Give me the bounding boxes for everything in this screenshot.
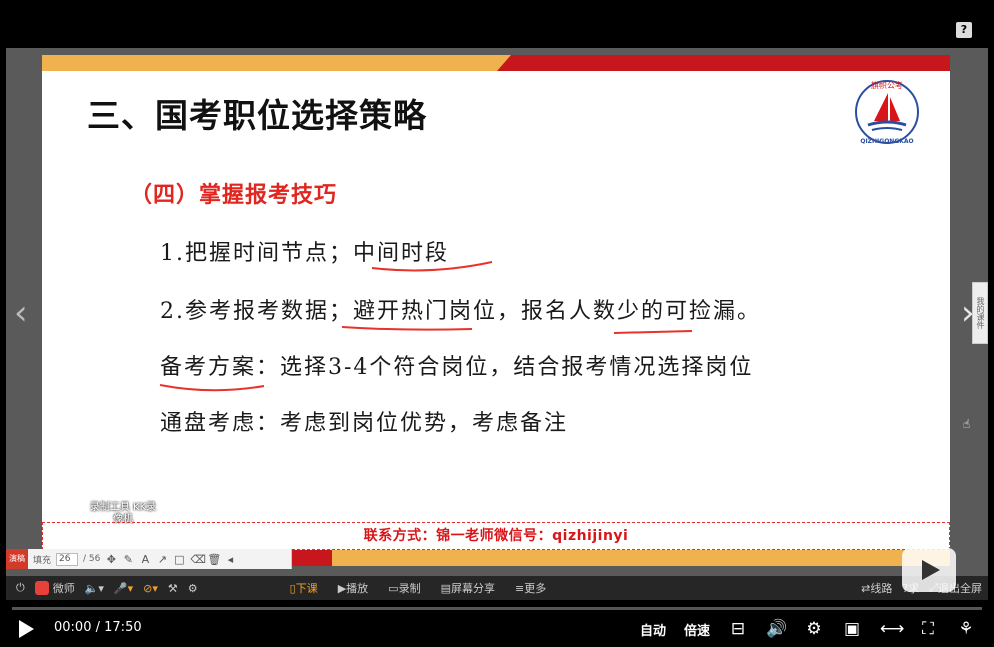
video-player-controls: 00:00 / 17:50 自动 倍速 ⊟ 🔊 ⚙ ▣ ⟷ ⛶ ⚘: [0, 602, 994, 647]
pip-icon[interactable]: ▣: [842, 619, 862, 639]
end-class-button[interactable]: ▯ 下课: [290, 580, 318, 596]
footer-band-gold: [332, 550, 950, 566]
play-icon[interactable]: [19, 620, 34, 638]
contact-box: 联系方式：锦一老师微信号：qizhijinyi: [42, 522, 950, 550]
arrow-icon[interactable]: ↗: [156, 553, 168, 566]
screen-share-label: 屏幕分享: [450, 582, 495, 595]
time-separator: /: [95, 620, 100, 635]
speed-button[interactable]: 倍速: [684, 620, 710, 639]
mouse-cursor-icon: ☝: [963, 417, 971, 431]
play-button[interactable]: ▶ 播放: [338, 580, 368, 596]
eraser-icon[interactable]: ⌫: [190, 553, 206, 566]
screen-share-button[interactable]: ▤ 屏幕分享: [441, 580, 495, 596]
record-label: 录制: [398, 582, 421, 595]
rectangle-icon[interactable]: □: [173, 553, 185, 566]
presentation-slide: 三、国考职位选择策略 旗帜公考 QIZHIGONGKAO （四）掌握报考技巧 1…: [42, 55, 950, 550]
contact-text: 联系方式：锦一老师微信号：qizhijinyi: [363, 528, 629, 544]
help-icon[interactable]: ?: [956, 22, 972, 38]
player-right-controls: 自动 倍速 ⊟ 🔊 ⚙ ▣ ⟷ ⛶ ⚘: [622, 616, 976, 642]
time-total: 17:50: [104, 620, 142, 635]
tools-icon[interactable]: ⚒: [168, 582, 178, 595]
route-button[interactable]: ⇄ 线路: [861, 580, 892, 596]
annotation-toolbar: 演稿 填充 26 / 56 ✥ ✎ A ↗ □ ⌫ 🗑 ◂: [6, 549, 292, 569]
speaker-icon[interactable]: 🔈▾: [85, 582, 104, 595]
annotation-tag[interactable]: 演稿: [6, 549, 28, 569]
app-brand: 微师: [34, 580, 75, 596]
danmaku-off-icon[interactable]: ⊟: [728, 619, 748, 639]
collapse-icon[interactable]: ◂: [224, 553, 236, 566]
prev-slide-icon[interactable]: ‹: [14, 296, 28, 330]
progress-bar[interactable]: [12, 607, 982, 610]
mic-icon[interactable]: 🎤▾: [114, 582, 133, 595]
big-play-button[interactable]: [902, 548, 956, 592]
power-icon[interactable]: ⏻: [16, 581, 25, 595]
quality-button[interactable]: 自动: [640, 620, 666, 639]
fullscreen-icon[interactable]: ⛶: [918, 619, 938, 639]
pen-icon[interactable]: ✎: [122, 553, 134, 566]
record-button[interactable]: ▭ 录制: [388, 580, 420, 596]
volume-icon[interactable]: 🔊: [766, 619, 787, 639]
move-icon[interactable]: ✥: [105, 553, 117, 566]
text-icon[interactable]: A: [139, 553, 151, 566]
settings-icon[interactable]: ⚙: [188, 582, 198, 595]
app-name: 微师: [52, 582, 75, 595]
airplay-icon[interactable]: ⚘: [956, 619, 976, 639]
app-root: ? ‹ › 三、国考职位选择策略 旗帜公考 QIZHIGONGKAO （四）掌握…: [0, 0, 994, 647]
time-current: 00:00: [54, 620, 92, 635]
time-display: 00:00 / 17:50: [54, 620, 142, 635]
more-button[interactable]: ≡ 更多: [515, 580, 546, 596]
host-toolbar: ⏻ 微师 🔈▾ 🎤▾ ⊘▾ ⚒ ⚙ ▯ 下课 ▶ 播放 ▭ 录制 ▤ 屏幕分享 …: [6, 576, 988, 600]
app-logo-icon: [34, 581, 49, 595]
page-total: / 56: [83, 554, 101, 564]
widescreen-icon[interactable]: ⟷: [880, 619, 904, 639]
play-label: 播放: [346, 582, 369, 595]
settings-icon[interactable]: ⚙: [804, 619, 824, 639]
camera-icon[interactable]: ⊘▾: [143, 582, 158, 595]
page-input[interactable]: 26: [56, 552, 79, 566]
end-class-label: 下课: [295, 582, 318, 595]
side-panel-tab[interactable]: 我的课件: [972, 282, 988, 344]
fill-label: 填充: [33, 555, 52, 566]
more-label: 更多: [524, 582, 547, 595]
route-label: 线路: [870, 582, 893, 595]
trash-icon[interactable]: 🗑: [207, 553, 221, 566]
handwritten-underlines: [159, 261, 693, 392]
